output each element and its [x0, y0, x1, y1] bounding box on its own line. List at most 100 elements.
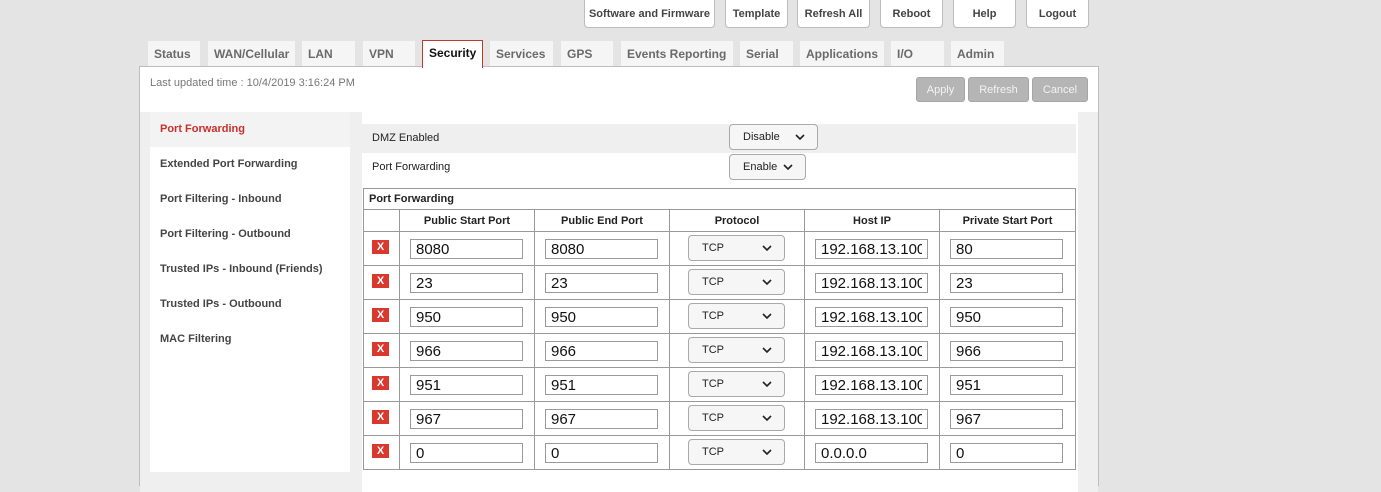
delete-cell: X — [363, 435, 400, 470]
protocol-select[interactable]: TCP — [688, 235, 785, 261]
header-delete — [363, 209, 400, 232]
public-start-port-input[interactable] — [410, 375, 523, 395]
public-end-port-input[interactable] — [545, 375, 658, 395]
host-ip-input[interactable] — [815, 341, 928, 361]
side-item-trusted-ips-inbound[interactable]: Trusted IPs - Inbound (Friends) — [150, 252, 350, 287]
side-item-mac-filtering[interactable]: MAC Filtering — [150, 322, 350, 357]
tab-serial[interactable]: Serial — [740, 41, 793, 67]
private-start-port-input[interactable] — [950, 443, 1063, 463]
public-start-cell — [399, 435, 535, 470]
host-ip-input[interactable] — [815, 273, 928, 293]
protocol-cell: TCP — [669, 265, 805, 300]
tab-lan[interactable]: LAN — [302, 41, 355, 67]
public-end-port-input[interactable] — [545, 443, 658, 463]
template-button[interactable]: Template — [725, 0, 788, 28]
protocol-cell: TCP — [669, 231, 805, 266]
public-end-cell — [534, 299, 670, 334]
tab-services[interactable]: Services — [490, 41, 553, 67]
side-item-extended-port-forwarding[interactable]: Extended Port Forwarding — [150, 147, 350, 182]
host-ip-input[interactable] — [815, 443, 928, 463]
table-header: Public Start Port Public End Port Protoc… — [363, 209, 1077, 232]
public-start-port-input[interactable] — [410, 239, 523, 259]
protocol-cell: TCP — [669, 333, 805, 368]
protocol-cell: TCP — [669, 401, 805, 436]
protocol-select-value: TCP — [702, 344, 724, 356]
delete-row-button[interactable]: X — [372, 274, 389, 288]
chevron-down-icon — [762, 381, 772, 388]
host-ip-input[interactable] — [815, 409, 928, 429]
private-start-port-input[interactable] — [950, 307, 1063, 327]
reboot-button[interactable]: Reboot — [880, 0, 943, 28]
side-item-port-forwarding[interactable]: Port Forwarding — [150, 112, 350, 147]
delete-cell: X — [363, 333, 400, 368]
private-start-port-input[interactable] — [950, 273, 1063, 293]
logout-button[interactable]: Logout — [1026, 0, 1089, 28]
host-ip-cell — [804, 435, 940, 470]
protocol-select[interactable]: TCP — [688, 269, 785, 295]
delete-row-button[interactable]: X — [372, 410, 389, 424]
public-end-cell — [534, 333, 670, 368]
side-item-trusted-ips-outbound[interactable]: Trusted IPs - Outbound — [150, 287, 350, 322]
port-forwarding-table: Port Forwarding Public Start Port Public… — [362, 188, 1077, 470]
public-end-port-input[interactable] — [545, 239, 658, 259]
public-end-port-input[interactable] — [545, 409, 658, 429]
tab-applications[interactable]: Applications — [800, 41, 884, 67]
tab-gps[interactable]: GPS — [561, 41, 613, 67]
private-start-cell — [938, 333, 1077, 368]
cancel-button[interactable]: Cancel — [1032, 77, 1088, 102]
protocol-select[interactable]: TCP — [688, 371, 785, 397]
public-start-port-input[interactable] — [410, 341, 523, 361]
private-start-port-input[interactable] — [950, 409, 1063, 429]
delete-row-button[interactable]: X — [372, 444, 389, 458]
apply-button[interactable]: Apply — [916, 77, 965, 102]
software-firmware-button[interactable]: Software and Firmware — [584, 0, 715, 28]
side-item-port-filtering-outbound[interactable]: Port Filtering - Outbound — [150, 217, 350, 252]
delete-cell: X — [363, 401, 400, 436]
table-body: X TCP X TCP X TCP X TCP X TCP X TCP X TCP — [363, 231, 1077, 470]
header-private-start-port: Private Start Port — [938, 209, 1077, 232]
protocol-select[interactable]: TCP — [688, 439, 785, 465]
security-panel: Last updated time : 10/4/2019 3:16:24 PM… — [139, 66, 1099, 492]
delete-row-button[interactable]: X — [372, 308, 389, 322]
protocol-select[interactable]: TCP — [688, 303, 785, 329]
tab-security[interactable]: Security — [422, 40, 483, 68]
dmz-label: DMZ Enabled — [372, 132, 440, 144]
delete-row-button[interactable]: X — [372, 342, 389, 356]
content-area: Port Forwarding Extended Port Forwarding… — [140, 112, 1098, 492]
refresh-all-button[interactable]: Refresh All — [797, 0, 870, 28]
host-ip-input[interactable] — [815, 375, 928, 395]
public-start-port-input[interactable] — [410, 443, 523, 463]
private-start-port-input[interactable] — [950, 239, 1063, 259]
public-end-port-input[interactable] — [545, 307, 658, 327]
tab-status[interactable]: Status — [148, 41, 200, 67]
side-item-port-filtering-inbound[interactable]: Port Filtering - Inbound — [150, 182, 350, 217]
public-start-cell — [399, 231, 535, 266]
public-end-port-input[interactable] — [545, 341, 658, 361]
protocol-select-value: TCP — [702, 242, 724, 254]
public-end-cell — [534, 367, 670, 402]
port-forwarding-label: Port Forwarding — [372, 161, 451, 173]
tab-io[interactable]: I/O — [891, 41, 944, 67]
host-ip-input[interactable] — [815, 239, 928, 259]
public-start-port-input[interactable] — [410, 273, 523, 293]
public-start-port-input[interactable] — [410, 409, 523, 429]
host-ip-input[interactable] — [815, 307, 928, 327]
protocol-cell: TCP — [669, 367, 805, 402]
private-start-port-input[interactable] — [950, 341, 1063, 361]
help-button[interactable]: Help — [953, 0, 1016, 28]
protocol-select[interactable]: TCP — [688, 337, 785, 363]
public-start-port-input[interactable] — [410, 307, 523, 327]
tab-wan-cellular[interactable]: WAN/Cellular — [208, 41, 295, 67]
header-public-end-port: Public End Port — [534, 209, 670, 232]
tab-events-reporting[interactable]: Events Reporting — [621, 41, 733, 67]
delete-row-button[interactable]: X — [372, 240, 389, 254]
private-start-port-input[interactable] — [950, 375, 1063, 395]
delete-row-button[interactable]: X — [372, 376, 389, 390]
tab-vpn[interactable]: VPN — [363, 41, 415, 67]
public-end-port-input[interactable] — [545, 273, 658, 293]
port-forwarding-select[interactable]: Enable — [729, 154, 806, 180]
protocol-select[interactable]: TCP — [688, 405, 785, 431]
dmz-select[interactable]: Disable — [729, 124, 818, 150]
refresh-button[interactable]: Refresh — [968, 77, 1029, 102]
tab-admin[interactable]: Admin — [951, 41, 1004, 67]
